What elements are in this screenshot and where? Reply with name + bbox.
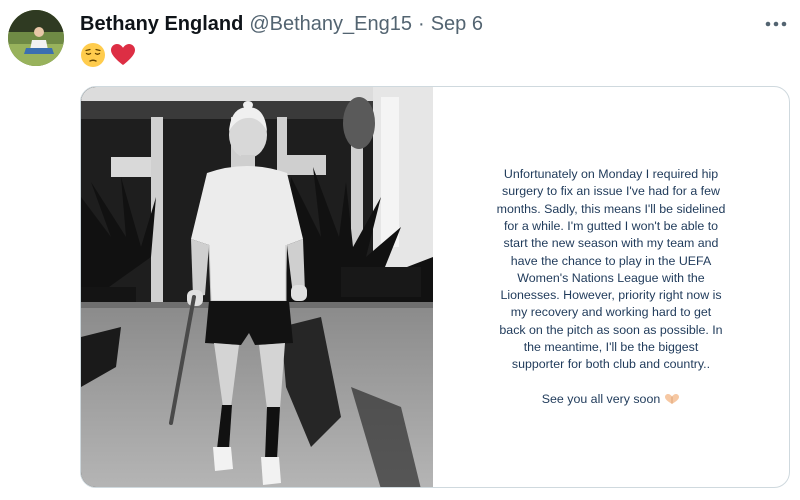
statement-line: Lionesses. However, priority right now i… [500, 288, 722, 303]
statement-line: Women's Nations League with the [517, 270, 705, 285]
player-photo-image [81, 87, 433, 487]
heart-hands-icon [665, 394, 680, 405]
statement-line: back on the pitch as soon as possible. I… [499, 322, 723, 337]
more-horizontal-icon [765, 21, 787, 27]
statement-line: Unfortunately on Monday I required hip [503, 167, 719, 182]
tweet-date[interactable]: Sep 6 [431, 13, 483, 36]
statement-line: supporter for both club and country.. [511, 357, 711, 372]
more-options-button[interactable] [762, 12, 790, 36]
sign-off-text: See you all very soon [541, 391, 661, 406]
avatar[interactable] [8, 10, 64, 66]
statement-line: months. Sadly, this means I'll be sideli… [496, 201, 726, 216]
tweet-photo[interactable] [81, 87, 433, 487]
sign-off: See you all very soon [542, 391, 680, 408]
tweet-media[interactable]: Unfortunately on Monday I required hip s… [80, 86, 790, 488]
statement-line: have the chance to play in the UEFA [510, 253, 712, 268]
display-name[interactable]: Bethany England [80, 13, 243, 36]
separator-dot: · [418, 12, 425, 35]
tweet-text [80, 42, 136, 68]
statement-line: the meantime, I'll be the biggest [523, 340, 699, 355]
statement-line: my recovery and working hard to get [510, 305, 712, 320]
pensive-face-icon [81, 43, 105, 67]
statement-line: for a while. I'm gutted I won't be able … [503, 218, 719, 233]
statement-panel: Unfortunately on Monday I required hip s… [433, 87, 789, 487]
statement-line: surgery to fix an issue I've had for a f… [502, 184, 720, 199]
injury-statement: Unfortunately on Monday I required hip s… [461, 166, 761, 374]
tweet-header: Bethany England @Bethany_Eng15 · Sep 6 [80, 10, 483, 38]
user-handle[interactable]: @Bethany_Eng15 [249, 13, 412, 36]
statement-line: start the new season with my team and [503, 236, 719, 251]
avatar-photo-icon [8, 10, 64, 66]
red-heart-icon [111, 44, 135, 65]
tweet: Bethany England @Bethany_Eng15 · Sep 6 U… [0, 0, 800, 500]
